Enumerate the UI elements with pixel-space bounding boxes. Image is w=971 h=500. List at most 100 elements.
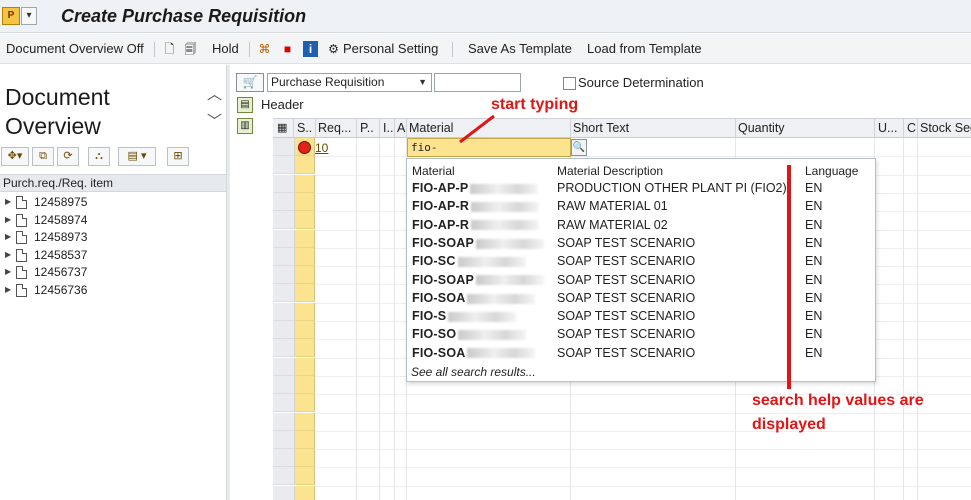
search-help-icon[interactable]: 🔍 [571,139,587,156]
row-selector[interactable] [273,467,295,486]
hierarchy-icon[interactable]: ⊞ [167,147,189,166]
row-selector[interactable] [273,357,295,376]
column-i[interactable]: I.. [383,121,393,135]
expand-arrow-icon[interactable]: ▶ [5,211,11,229]
chevron-up-icon[interactable]: ︿ [207,83,222,104]
column-quantity[interactable]: Quantity [738,121,785,135]
column-short-text[interactable]: Short Text [573,121,629,135]
tree-item[interactable]: ▶ 12456736 [0,281,226,299]
row-selector[interactable] [273,156,295,175]
row-selector[interactable] [273,321,295,339]
personal-setting-icon[interactable]: ⚙ [326,41,341,57]
tree-item[interactable]: ▶ 12458974 [0,211,226,229]
header-expand-icon[interactable]: ▤ [237,97,253,113]
personal-setting-button[interactable]: Personal Setting [343,41,438,56]
search-help-language: EN [805,181,823,195]
tree-item[interactable]: ▶ 12456737 [0,263,226,281]
row-selector[interactable] [273,284,295,303]
column-a[interactable]: A [397,121,405,135]
row-selector[interactable] [273,229,295,248]
layout-menu-icon[interactable]: ▤ ▾ [118,147,156,166]
row-selector[interactable] [273,485,295,500]
column-separator [903,119,904,138]
req-item-number[interactable]: 10 [315,141,328,155]
dropdown-arrow-icon[interactable]: ▼ [418,74,427,91]
row-selector[interactable] [273,394,295,413]
app-icon[interactable]: P [2,7,20,25]
column-c[interactable]: C [907,121,916,135]
refresh-icon[interactable]: ⟳ [57,147,79,166]
chevron-down-icon[interactable]: ﹀ [207,110,222,131]
see-all-results-link[interactable]: See all search results... [411,365,536,379]
info-icon[interactable]: i [303,41,318,57]
row-selector[interactable] [273,138,295,156]
search-help-description: PRODUCTION OTHER PLANT PI (FIO2) [557,181,787,195]
search-help-row[interactable]: FIO-AP-R RAW MATERIAL 02 EN [407,216,875,234]
tree-item[interactable]: ▶ 12458975 [0,193,226,211]
column-divider [379,138,380,500]
column-p[interactable]: P.. [360,121,374,135]
panel-splitter[interactable] [226,65,230,500]
row-selector[interactable] [273,412,295,431]
search-help-row[interactable]: FIO-SC SOAP TEST SCENARIO EN [407,252,875,270]
find-icon[interactable]: ⛬ [88,147,110,166]
source-determination-checkbox[interactable] [563,77,576,90]
row-selector[interactable] [273,174,295,193]
error-icon[interactable]: ■ [280,41,295,57]
row-selector[interactable] [273,302,295,321]
search-help-row[interactable]: FIO-AP-P PRODUCTION OTHER PLANT PI (FIO2)… [407,179,875,197]
row-selector[interactable] [273,192,295,211]
status-cell [295,211,315,230]
row-selector[interactable] [273,375,295,394]
expand-arrow-icon[interactable]: ▶ [5,263,11,281]
search-help-row[interactable]: FIO-SOAP SOAP TEST SCENARIO EN [407,271,875,289]
status-cell [295,266,315,285]
expand-arrow-icon[interactable]: ▶ [5,246,11,264]
item-overview-icon[interactable]: ▥ [237,118,253,134]
row-selector[interactable] [273,211,295,230]
column-material[interactable]: Material [409,121,453,135]
column-req-item[interactable]: Req... [318,121,351,135]
column-stock-segment[interactable]: Stock Seg [920,121,971,135]
search-help-description: SOAP TEST SCENARIO [557,290,696,305]
row-selector[interactable] [273,339,295,358]
document-overview-off-button[interactable]: Document Overview Off [6,41,144,56]
search-help-row[interactable]: FIO-AP-R RAW MATERIAL 01 EN [407,197,875,215]
error-status-icon[interactable] [298,141,311,154]
search-help-row[interactable]: FIO-SOA SOAP TEST SCENARIO EN [407,289,875,307]
row-selector[interactable] [273,266,295,285]
column-status[interactable]: S.. [297,121,312,135]
tree-icon[interactable]: ⌘ [257,41,272,57]
other-document-icon[interactable]: 🗐 [183,41,198,57]
search-help-row[interactable]: FIO-S SOAP TEST SCENARIO EN [407,307,875,325]
document-number-input[interactable] [434,73,521,92]
new-document-icon[interactable]: 🗋 [162,41,177,57]
document-type-select[interactable]: Purchase Requisition ▼ [267,73,432,92]
tree-item[interactable]: ▶ 12458537 [0,246,226,264]
search-help-row[interactable]: FIO-SOAP SOAP TEST SCENARIO EN [407,234,875,252]
search-help-row[interactable]: FIO-SO SOAP TEST SCENARIO EN [407,325,875,343]
status-cell [295,174,315,193]
load-from-template-button[interactable]: Load from Template [587,41,702,56]
document-icon [16,284,27,297]
search-help-material: FIO-AP-P [412,181,539,195]
search-help-row[interactable]: FIO-SOA SOAP TEST SCENARIO EN [407,344,875,362]
tree-item[interactable]: ▶ 12458973 [0,228,226,246]
hold-button[interactable]: Hold [212,41,239,56]
document-overview-panel: Document Overview ︿ ﹀ ✥▾ ⧉ ⟳ ⛬ ▤ ▾ ⊞ Pur… [0,65,226,500]
expand-arrow-icon[interactable]: ▶ [5,193,11,211]
expand-arrow-icon[interactable]: ▶ [5,281,11,299]
app-menu-icon[interactable]: ▾ [21,7,37,25]
search-help-description: SOAP TEST SCENARIO [557,309,696,324]
copy-icon[interactable]: ⧉ [32,147,54,166]
grid-settings-icon[interactable]: ▦ [277,121,287,134]
column-unit[interactable]: U... [878,121,897,135]
expand-arrow-icon[interactable]: ▶ [5,228,11,246]
save-as-template-button[interactable]: Save As Template [468,41,572,56]
row-selector[interactable] [273,430,295,449]
row-selector[interactable] [273,247,295,266]
cart-icon[interactable]: 🛒 [236,73,264,92]
document-type-value: Purchase Requisition [271,75,385,89]
row-selector[interactable] [273,449,295,468]
select-layout-icon[interactable]: ✥▾ [1,147,29,166]
